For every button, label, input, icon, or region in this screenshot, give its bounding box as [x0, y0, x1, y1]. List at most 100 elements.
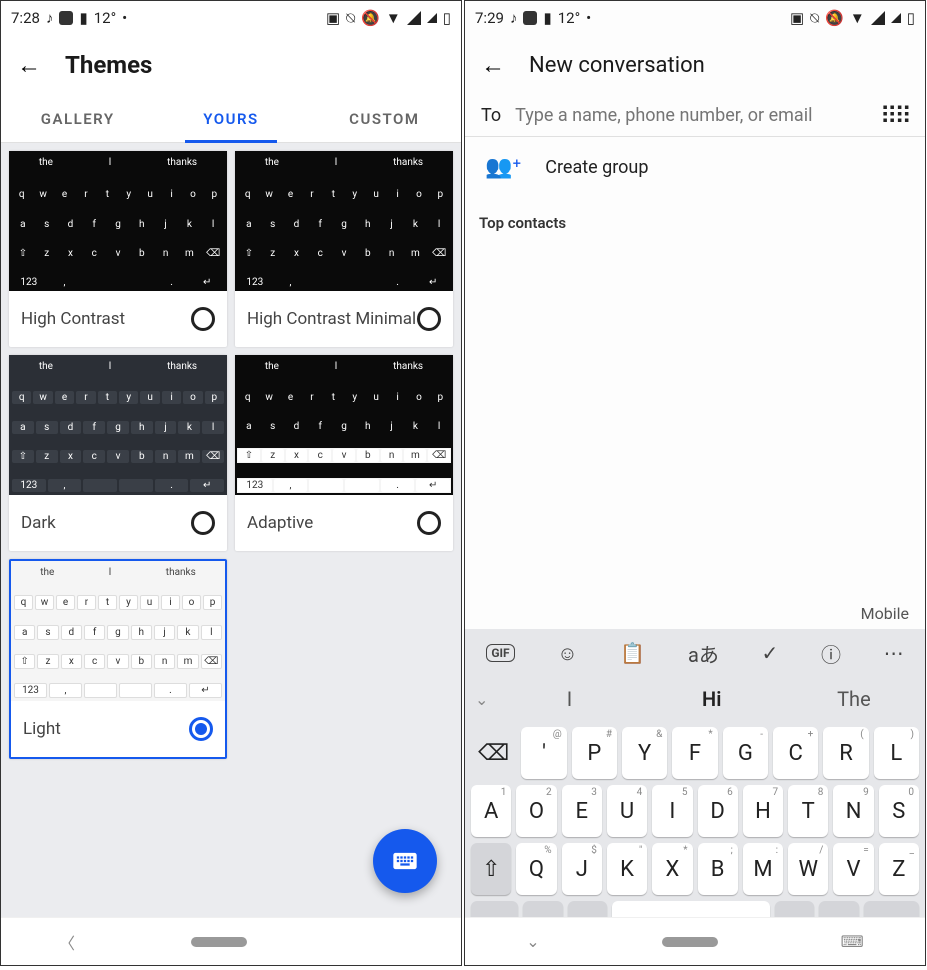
- key-e[interactable]: E3: [562, 785, 602, 837]
- theme-name: High Contrast Minimal: [247, 309, 416, 329]
- tiktok-icon: ♪: [510, 9, 518, 27]
- keyboard-switch-icon[interactable]: ⌨: [841, 932, 864, 951]
- theme-radio[interactable]: [189, 717, 213, 741]
- dnd-icon: 🔕: [361, 9, 380, 27]
- key-k[interactable]: K": [607, 843, 647, 895]
- theme-label-row: High Contrast Minimal: [235, 291, 453, 347]
- kb-tool-6[interactable]: ⋯: [884, 641, 904, 665]
- theme-name: Dark: [21, 513, 56, 533]
- kb-tool-0[interactable]: GIF: [486, 644, 514, 662]
- theme-card-high-contrast[interactable]: theIthanksqwertyuiopasdfghjkl⇧zxcvbnm⌫12…: [9, 151, 227, 347]
- theme-radio[interactable]: [417, 307, 441, 331]
- create-group-button[interactable]: 👥⁺ Create group: [465, 137, 925, 198]
- kb-tool-3[interactable]: aあ: [688, 639, 719, 668]
- back-icon[interactable]: ←: [17, 51, 41, 80]
- theme-radio[interactable]: [191, 511, 215, 535]
- key-p[interactable]: P#: [572, 727, 617, 779]
- empty-contacts-area: [465, 248, 925, 600]
- key-i[interactable]: I5: [652, 785, 692, 837]
- key-z[interactable]: Z_: [879, 843, 919, 895]
- theme-radio[interactable]: [191, 307, 215, 331]
- key-y[interactable]: Y&: [622, 727, 667, 779]
- theme-card-light[interactable]: theIthanksqwertyuiopasdfghjkl⇧zxcvbnm⌫12…: [9, 559, 227, 759]
- key-[interactable]: ⌫: [471, 727, 516, 779]
- keyboard: GIF ☺ 📋 aあ ✓ ⓘ ⋯ ⌄ I Hi The ⌫'@P#Y&F*G-C+R(L) A…: [465, 629, 925, 965]
- key-d[interactable]: D6: [698, 785, 738, 837]
- back-icon[interactable]: ←: [481, 51, 505, 80]
- status-bar: 7:28 ♪ ▮ 12° • ▣ ⍉ 🔕 ▼ ▯: [1, 1, 461, 35]
- dialpad-icon[interactable]: ⠿⠿: [880, 112, 909, 120]
- key-x[interactable]: X*: [652, 843, 692, 895]
- cast-icon: ▣: [326, 9, 340, 27]
- tiktok-icon: ♪: [46, 9, 54, 27]
- key-u[interactable]: U4: [607, 785, 647, 837]
- status-bar: 7:29 ♪ ▮ 12° • ▣ ⍉ 🔕 ▼ ▯: [465, 1, 925, 35]
- battery-icon: ▯: [443, 9, 451, 27]
- suggestion-2[interactable]: Hi: [641, 687, 783, 711]
- key-w[interactable]: W/: [788, 843, 828, 895]
- suggestions-expand-icon[interactable]: ⌄: [465, 690, 498, 709]
- nav-home-pill[interactable]: [191, 937, 247, 947]
- key-q[interactable]: Q%: [516, 843, 556, 895]
- kb-tool-1[interactable]: ☺: [557, 641, 577, 666]
- key-o[interactable]: O2: [516, 785, 556, 837]
- vpn-icon: ⍉: [810, 9, 819, 27]
- key-b[interactable]: B;: [698, 843, 738, 895]
- tabs: GALLERY YOURS CUSTOM: [1, 95, 461, 143]
- key-a[interactable]: A1: [471, 785, 511, 837]
- nav-back-icon[interactable]: ⌄: [526, 932, 539, 951]
- key-c[interactable]: C+: [773, 727, 818, 779]
- status-dot: •: [122, 9, 127, 27]
- signal-icon: [871, 11, 885, 25]
- mobile-tag: Mobile: [465, 600, 925, 629]
- status-temp: 12°: [94, 9, 116, 27]
- appbar: ← Themes: [1, 35, 461, 95]
- create-group-label: Create group: [545, 157, 648, 178]
- appbar: ← New conversation: [465, 35, 925, 95]
- key-h[interactable]: H7: [743, 785, 783, 837]
- cast-icon: ▣: [790, 9, 804, 27]
- key-l[interactable]: L): [874, 727, 919, 779]
- navbar: 〈: [1, 917, 461, 965]
- theme-card-adaptive[interactable]: theIthanksqwertyuiopasdfghjkl⇧zxcvbnm⌫12…: [235, 355, 453, 551]
- signal-icon-2: [891, 13, 901, 23]
- key-g[interactable]: G-: [723, 727, 768, 779]
- nav-home-pill[interactable]: [662, 937, 718, 947]
- tab-yours[interactable]: YOURS: [154, 95, 307, 142]
- theme-card-dark[interactable]: theIthanksqwertyuiopasdfghjkl⇧zxcvbnm⌫12…: [9, 355, 227, 551]
- battery-saver-icon: ▮: [543, 9, 551, 27]
- kb-tool-5[interactable]: ⓘ: [821, 639, 841, 668]
- key-n[interactable]: N9: [833, 785, 873, 837]
- theme-card-high-contrast-minimal[interactable]: theIthanksqwertyuiopasdfghjkl⇧zxcvbnm⌫12…: [235, 151, 453, 347]
- theme-preview: theIthanksqwertyuiopasdfghjkl⇧zxcvbnm⌫12…: [9, 355, 227, 495]
- key-r[interactable]: R(: [823, 727, 868, 779]
- key-f[interactable]: F*: [672, 727, 717, 779]
- key-m[interactable]: M:: [743, 843, 783, 895]
- theme-preview: theIthanksqwertyuiopasdfghjkl⇧zxcvbnm⌫12…: [11, 561, 225, 701]
- phone-right-conversation: 7:29 ♪ ▮ 12° • ▣ ⍉ 🔕 ▼ ▯ ← New conversat…: [464, 0, 926, 966]
- signal-icon: [407, 11, 421, 25]
- recipient-input[interactable]: [515, 105, 866, 126]
- theme-preview: theIthanksqwertyuiopasdfghjkl⇧zxcvbnm⌫12…: [9, 151, 227, 291]
- kb-tool-4[interactable]: ✓: [762, 641, 779, 665]
- suggestion-3[interactable]: The: [783, 687, 925, 711]
- kb-tool-2[interactable]: 📋: [620, 641, 645, 665]
- theme-name: Adaptive: [247, 513, 313, 533]
- key-v[interactable]: V=: [833, 843, 873, 895]
- key-[interactable]: ⇧: [471, 843, 511, 895]
- key-[interactable]: '@: [521, 727, 566, 779]
- keyboard-fab[interactable]: [373, 829, 437, 893]
- create-group-icon: 👥⁺: [485, 155, 521, 180]
- tab-gallery[interactable]: GALLERY: [1, 95, 154, 142]
- key-j[interactable]: J$: [562, 843, 602, 895]
- status-time: 7:29: [475, 9, 504, 27]
- theme-radio[interactable]: [417, 511, 441, 535]
- key-t[interactable]: T8: [788, 785, 828, 837]
- suggestion-1[interactable]: I: [498, 687, 640, 711]
- wifi-icon: ▼: [386, 9, 401, 27]
- tab-custom[interactable]: CUSTOM: [308, 95, 461, 142]
- key-s[interactable]: S0: [879, 785, 919, 837]
- app-icon: [523, 11, 537, 25]
- theme-label-row: Adaptive: [235, 495, 453, 551]
- nav-back-icon[interactable]: 〈: [59, 930, 75, 954]
